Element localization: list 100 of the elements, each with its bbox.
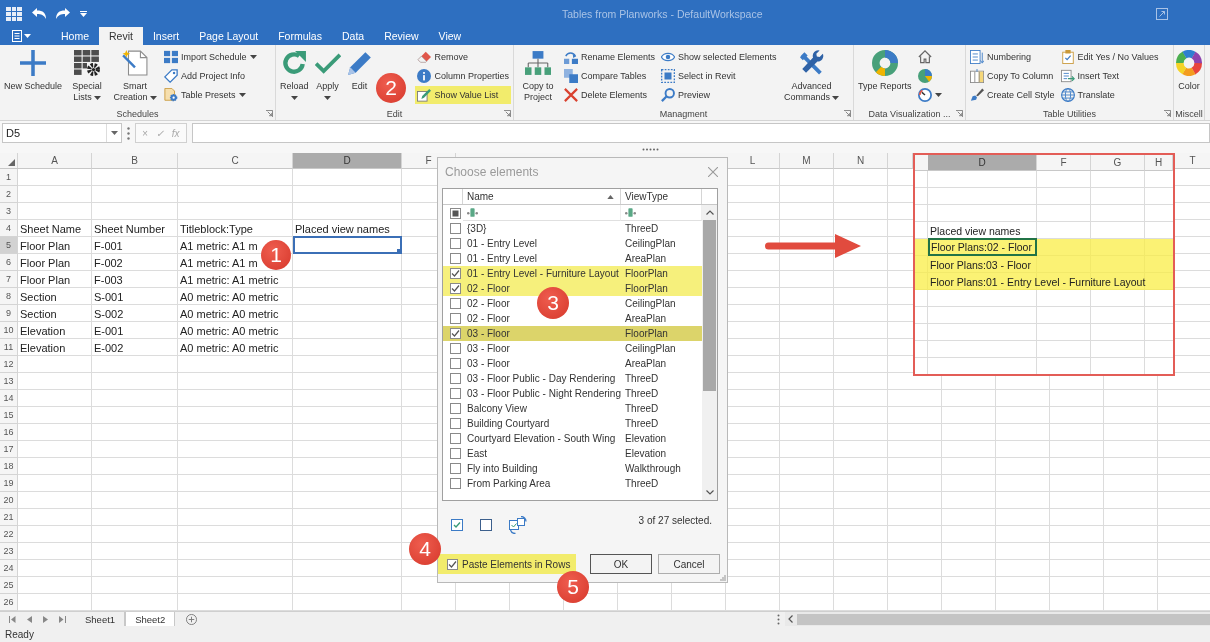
empty-box-icon[interactable] (480, 519, 492, 531)
row-header[interactable]: 4 (0, 220, 18, 237)
ribbon-button[interactable]: Numbering (968, 48, 1057, 66)
ribbon-button[interactable]: Apply (312, 47, 343, 107)
selected-cell[interactable]: Floor Plans:02 - Floor (928, 238, 1037, 256)
scroll-thumb[interactable] (797, 613, 1210, 625)
sheet-tab[interactable]: Sheet2 (125, 612, 176, 626)
row-header[interactable]: 6 (0, 254, 18, 271)
row-header[interactable]: 14 (0, 390, 18, 407)
ribbon-button[interactable]: Color (1174, 47, 1204, 107)
ribbon-tab[interactable]: Formulas (268, 27, 332, 45)
row-header[interactable]: 19 (0, 475, 18, 492)
ribbon-button[interactable]: Insert Text (1058, 67, 1161, 85)
ribbon-button[interactable]: Type Reports (856, 47, 914, 107)
checkbox[interactable] (449, 478, 461, 489)
ribbon-button[interactable]: Reload (278, 47, 311, 107)
row-header[interactable]: 5 (0, 237, 18, 254)
row-header[interactable]: 23 (0, 543, 18, 560)
checkbox[interactable] (449, 268, 461, 279)
checkbox[interactable] (449, 343, 461, 354)
row-header[interactable]: 1 (0, 169, 18, 186)
first-sheet-icon[interactable] (9, 615, 16, 623)
ribbon-tab[interactable]: Revit (99, 27, 143, 45)
ribbon-tab[interactable]: Home (51, 27, 99, 45)
scrollbar[interactable] (785, 612, 1210, 626)
ribbon-button[interactable]: Table Presets (162, 86, 259, 104)
row-header[interactable]: 25 (0, 577, 18, 594)
row-header[interactable]: 3 (0, 203, 18, 220)
checkbox[interactable] (449, 238, 461, 249)
ribbon-tab[interactable]: Insert (142, 27, 190, 45)
filter-field[interactable] (463, 205, 621, 221)
row-header[interactable]: 7 (0, 271, 18, 288)
ribbon-button[interactable]: Show selected Elements (659, 48, 779, 66)
checkbox[interactable] (449, 448, 461, 459)
checkbox-label[interactable]: Paste Elements in Rows (462, 558, 571, 570)
ribbon-tab[interactable]: View (428, 27, 472, 45)
checkbox[interactable] (449, 433, 461, 444)
window-icon[interactable] (1156, 7, 1168, 20)
row-header[interactable]: 2 (0, 186, 18, 203)
filter-field[interactable] (621, 205, 702, 221)
dialog-button[interactable]: OK (590, 554, 652, 574)
file-menu-button[interactable] (12, 27, 31, 45)
ribbon-button[interactable] (915, 86, 944, 104)
formula-input[interactable] (191, 123, 1210, 143)
row-header[interactable]: 12 (0, 356, 18, 373)
checked-box-icon[interactable] (451, 519, 463, 531)
corner-arrow-icon[interactable] (504, 110, 511, 117)
list-row[interactable]: 01 - Entry Level - Furniture Layout FloorPlan (443, 266, 702, 281)
list-row[interactable]: 02 - Floor FloorPlan (443, 281, 702, 296)
selected-cell[interactable] (293, 236, 402, 254)
close-icon[interactable] (708, 166, 718, 177)
ribbon-button[interactable]: Copy to Project (516, 47, 560, 107)
ribbon-button[interactable]: Edit Yes / No Values (1058, 48, 1161, 66)
add-icon[interactable] (186, 613, 198, 625)
corner-arrow-icon[interactable] (956, 110, 963, 117)
row-header[interactable]: 16 (0, 424, 18, 441)
ribbon-button[interactable]: Remove (415, 48, 511, 66)
dialog-button[interactable]: Cancel (658, 554, 720, 574)
row-header[interactable]: 10 (0, 322, 18, 339)
column-header[interactable]: Name (463, 189, 621, 204)
row-header[interactable]: 24 (0, 560, 18, 577)
column-header[interactable]: T (1175, 153, 1210, 169)
checkbox[interactable] (449, 418, 461, 429)
row-header[interactable]: 26 (0, 594, 18, 611)
checkbox[interactable] (449, 373, 461, 384)
checkbox[interactable] (449, 403, 461, 414)
column-header[interactable]: D (928, 155, 1037, 171)
ribbon-button[interactable]: Delete Elements (562, 86, 658, 104)
row-header[interactable]: 17 (0, 441, 18, 458)
checkbox[interactable] (449, 223, 461, 234)
last-sheet-icon[interactable] (59, 615, 66, 623)
scrollbar[interactable] (702, 205, 717, 500)
ribbon-button[interactable]: Edit (344, 47, 375, 107)
previous-sheet-icon[interactable] (27, 615, 32, 623)
table-icon[interactable] (6, 6, 22, 21)
scroll-thumb[interactable] (703, 220, 716, 391)
swap-icon[interactable] (509, 516, 527, 534)
scroll-up-icon[interactable] (705, 210, 714, 215)
ribbon-button[interactable]: Copy To Column (968, 67, 1057, 85)
ribbon-button[interactable]: New Schedule (2, 47, 65, 107)
corner-arrow-icon[interactable] (266, 110, 273, 117)
checkbox[interactable] (449, 328, 461, 339)
redo-icon[interactable] (56, 8, 70, 19)
corner-arrow-icon[interactable] (844, 110, 851, 117)
ribbon-button[interactable]: Smart Creation (110, 47, 161, 107)
checkbox[interactable] (449, 207, 461, 219)
next-sheet-icon[interactable] (43, 615, 48, 623)
corner-triangle-icon[interactable] (8, 159, 15, 166)
ribbon-button[interactable]: Compare Tables (562, 67, 658, 85)
row-header[interactable]: 18 (0, 458, 18, 475)
row-header[interactable]: 22 (0, 526, 18, 543)
ribbon-button[interactable]: Show Value List (415, 86, 511, 104)
checkbox[interactable] (447, 558, 458, 570)
scroll-down-icon[interactable] (705, 490, 714, 495)
corner-arrow-icon[interactable] (1164, 110, 1171, 117)
ribbon-button[interactable]: Translate (1058, 86, 1161, 104)
ribbon-button[interactable]: Special Lists (66, 47, 109, 107)
row-header[interactable]: 8 (0, 288, 18, 305)
ribbon-button[interactable]: Create Cell Style (968, 86, 1057, 104)
name-box[interactable]: D5 (2, 123, 122, 143)
